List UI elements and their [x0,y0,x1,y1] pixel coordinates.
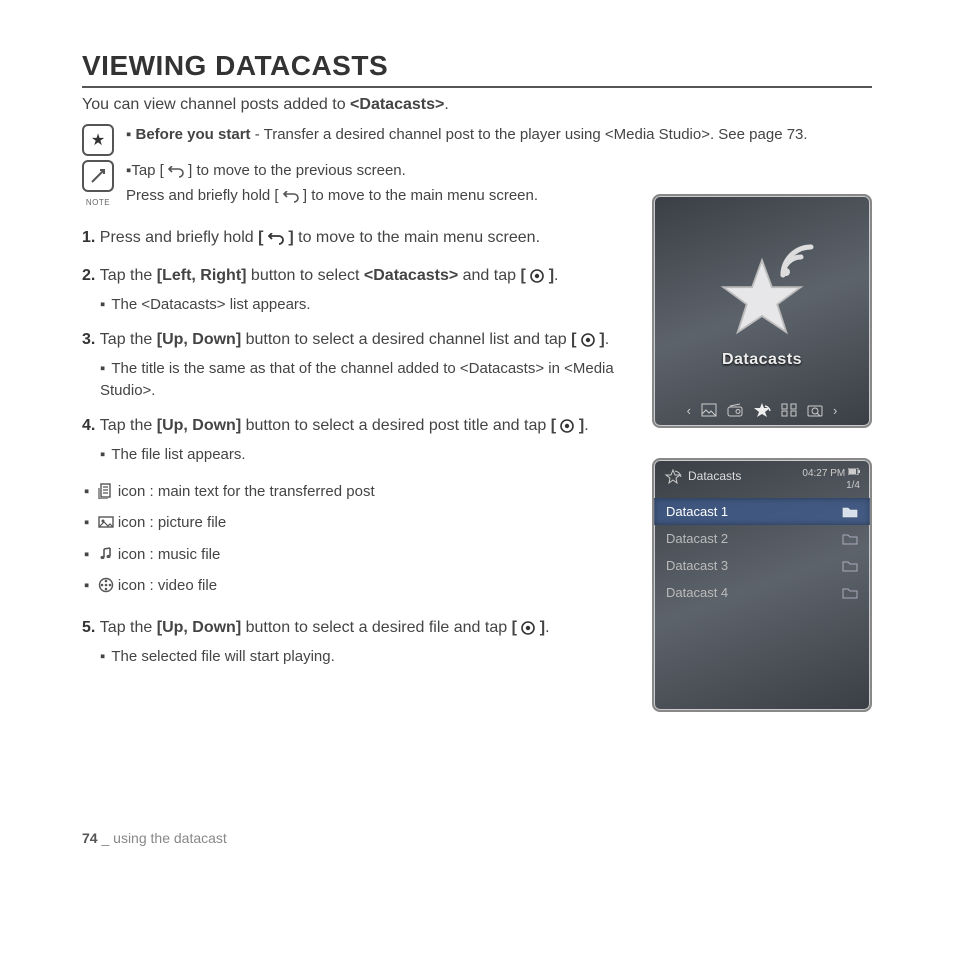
grid-icon [781,403,797,417]
page-title: VIEWING DATACASTS [82,50,872,88]
list-item: Datacast 4 [654,579,870,606]
radio-icon [727,403,743,417]
picture-file-icon [98,512,114,541]
star-icon: ★ [82,124,114,156]
chevron-right-icon: › [833,403,837,418]
step-2: 2. Tap the [Left, Right] button to selec… [82,264,628,316]
list-item: Datacast 3 [654,552,870,579]
picture-icon [701,403,717,417]
before-you-start-callout: ★ ▪ Before you start - Transfer a desire… [82,124,872,156]
select-icon [560,417,574,440]
list-item: Datacast 1 [654,498,870,525]
folder-icon [842,587,858,599]
back-icon [283,188,299,210]
browse-icon [807,403,823,417]
step-3: 3. Tap the [Up, Down] button to select a… [82,328,628,402]
video-file-icon [98,575,114,604]
folder-icon [842,533,858,545]
step-4: 4. Tap the [Up, Down] button to select a… [82,414,628,466]
datacasts-header-icon [664,468,682,484]
device-screenshot-main-menu: Datacasts ‹ › [652,194,872,428]
intro-text: You can view channel posts added to <Dat… [82,96,872,114]
instruction-steps: 1. Press and briefly hold [ ] to move to… [82,226,628,466]
icon-legend: ▪ icon : main text for the transferred p… [84,478,628,604]
note-icon: NOTE [82,160,114,210]
chevron-left-icon: ‹ [687,403,691,418]
status-time: 04:27 PM [802,468,860,480]
page-footer: 74 _ using the datacast [82,830,227,846]
step-5: 5. Tap the [Up, Down] button to select a… [82,616,628,668]
datacast-list: Datacast 1 Datacast 2 Datacast 3 Datacas… [654,496,870,608]
select-icon [530,267,544,290]
text-file-icon [98,481,114,510]
device-screenshot-datacast-list: Datacasts 04:27 PM 1/4 Datacast 1 [652,458,872,712]
back-icon [268,229,284,252]
signal-icon [777,241,817,281]
datacasts-list-title: Datacasts [688,469,741,483]
datacasts-label: Datacasts [722,351,802,369]
page-indicator: 1/4 [802,480,860,492]
music-file-icon [98,544,114,573]
battery-icon [848,468,860,475]
datacasts-small-icon [753,402,771,418]
folder-icon [842,506,858,518]
menu-tray: ‹ › [654,402,870,418]
folder-icon [842,560,858,572]
select-icon [521,619,535,642]
select-icon [581,331,595,354]
list-item: Datacast 2 [654,525,870,552]
back-icon [168,163,184,185]
step-1: 1. Press and briefly hold [ ] to move to… [82,226,628,252]
